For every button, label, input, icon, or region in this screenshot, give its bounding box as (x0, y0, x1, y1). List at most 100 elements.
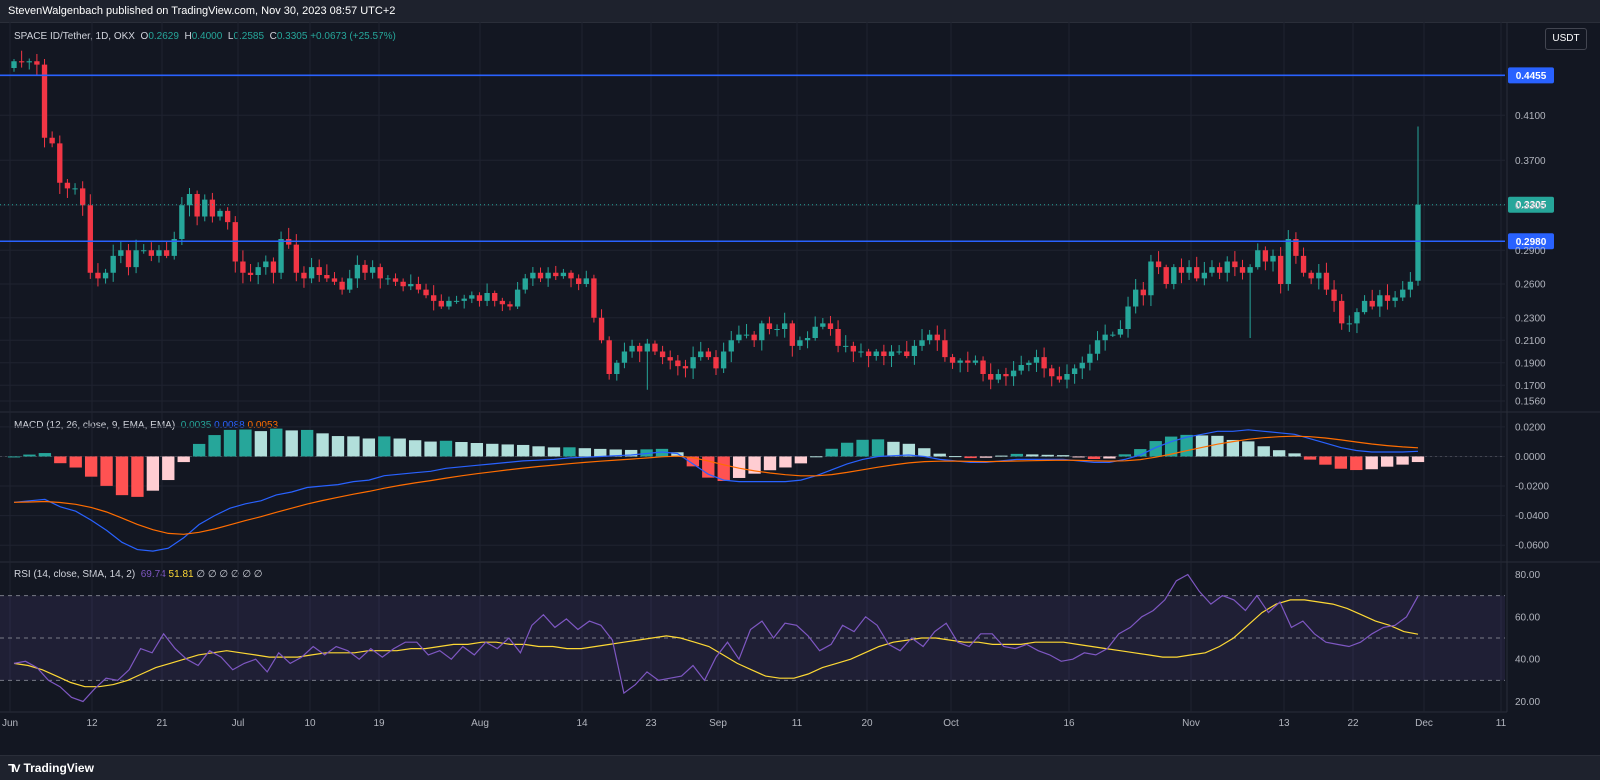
candle-body (728, 340, 734, 352)
macd-histogram-bar (393, 438, 406, 457)
price-tick-label: 0.1700 (1515, 381, 1546, 392)
macd-tick-label: -0.0400 (1515, 511, 1549, 522)
macd-histogram-bar (1118, 454, 1132, 457)
macd-histogram-bar (547, 447, 561, 457)
macd-histogram-bar (1010, 453, 1024, 457)
candle-body (621, 351, 628, 363)
candle-body (553, 272, 559, 277)
candle-body (972, 360, 979, 363)
candle-body (804, 338, 811, 341)
candle-body (1384, 295, 1391, 301)
candle-body (102, 272, 109, 279)
x-tick-label: Dec (1415, 718, 1433, 729)
candle-body (1392, 297, 1398, 301)
candle-body (522, 278, 528, 290)
price-tick-label: 0.2100 (1515, 336, 1546, 347)
candle-body (1255, 250, 1261, 268)
candle-body (400, 281, 406, 287)
candle-body (1216, 267, 1223, 273)
macd-histogram-bar (7, 456, 21, 458)
candle-body (858, 351, 864, 353)
x-tick-label: Sep (709, 718, 727, 729)
candle-body (1377, 295, 1383, 307)
candle-body (1209, 267, 1215, 273)
macd-histogram-bar (455, 442, 468, 457)
candle-body (713, 357, 719, 369)
candle-body (1270, 255, 1276, 262)
candle-body (530, 272, 536, 279)
chart-canvas[interactable]: 0.44550.29800.3305 Jun 12 21 Jul 10 19 Aug 14 23… (0, 0, 1600, 779)
candle-body (385, 278, 391, 280)
candle-body (751, 334, 757, 341)
macd-histogram-bar (1149, 441, 1162, 457)
candle-body (965, 360, 971, 363)
macd-histogram-bar (794, 456, 808, 464)
candle-body (110, 255, 116, 273)
candle-body (446, 300, 452, 307)
candle-body (1102, 334, 1108, 341)
candle-body (125, 250, 132, 268)
candle-body (1415, 204, 1421, 281)
macd-histogram-bar (1380, 456, 1394, 467)
candle-body (1369, 300, 1375, 307)
footer-bar: ⅂V TradingView (0, 755, 1600, 780)
price-tick-label: 0.4100 (1515, 111, 1546, 122)
candle-body (209, 199, 216, 217)
candlestick-series (11, 50, 1421, 390)
candle-body (843, 345, 849, 347)
candle-body (888, 351, 895, 356)
candle-body (469, 295, 475, 299)
rsi-tick-label: 20.00 (1515, 697, 1540, 708)
candle-body (1407, 281, 1414, 290)
x-tick-label: 11 (1496, 718, 1507, 729)
candle-body (263, 261, 269, 268)
candle-body (1071, 368, 1078, 374)
x-tick-label: 13 (1278, 718, 1290, 729)
candle-body (743, 334, 750, 336)
candle-body (362, 264, 368, 273)
macd-histogram-bar (1365, 456, 1378, 470)
candle-body (904, 351, 910, 356)
macd-histogram-bar (1288, 453, 1301, 457)
macd-histogram-bar (362, 438, 376, 457)
candle-body (682, 366, 689, 369)
candle-body (1285, 239, 1291, 284)
candle-body (835, 329, 841, 346)
macd-histogram-bar (486, 443, 499, 457)
candle-body (1232, 261, 1238, 268)
macd-histogram-bar (254, 431, 268, 457)
macd-histogram-bar (470, 443, 484, 457)
candle-body (1155, 261, 1162, 268)
candle-body (926, 334, 933, 341)
candle-body (759, 323, 765, 341)
candle-body (415, 284, 422, 290)
macd-histogram-bar (192, 443, 206, 457)
macd-histogram-bar (424, 441, 437, 457)
macd-histogram-bar (763, 456, 777, 471)
candle-body (1239, 267, 1246, 273)
candle-body (49, 137, 55, 144)
candle-body (774, 329, 780, 330)
candle-body (820, 323, 826, 327)
x-tick-label: 22 (1347, 718, 1359, 729)
candle-body (934, 334, 940, 341)
candle-body (392, 278, 399, 282)
candle-body (11, 61, 17, 68)
horizontal-levels: 0.44550.29800.3305 (0, 67, 1554, 250)
tradingview-logo-icon: ⅂V (8, 763, 21, 775)
macd-histogram-bar (594, 448, 607, 457)
candle-body (1087, 353, 1093, 363)
macd-histogram-bar (378, 436, 391, 457)
candle-body (1041, 357, 1047, 369)
level-price-label: 0.4455 (1516, 71, 1547, 82)
price-tick-label: 0.1900 (1515, 358, 1546, 369)
candle-body (1148, 261, 1154, 296)
candle-body (1194, 267, 1200, 279)
macd-histogram-bar (1056, 455, 1070, 457)
candle-body (980, 360, 986, 374)
candle-body (499, 300, 506, 305)
candle-body (766, 323, 773, 329)
candle-body (377, 267, 383, 279)
candle-body (1346, 323, 1352, 325)
candle-body (1018, 365, 1024, 371)
